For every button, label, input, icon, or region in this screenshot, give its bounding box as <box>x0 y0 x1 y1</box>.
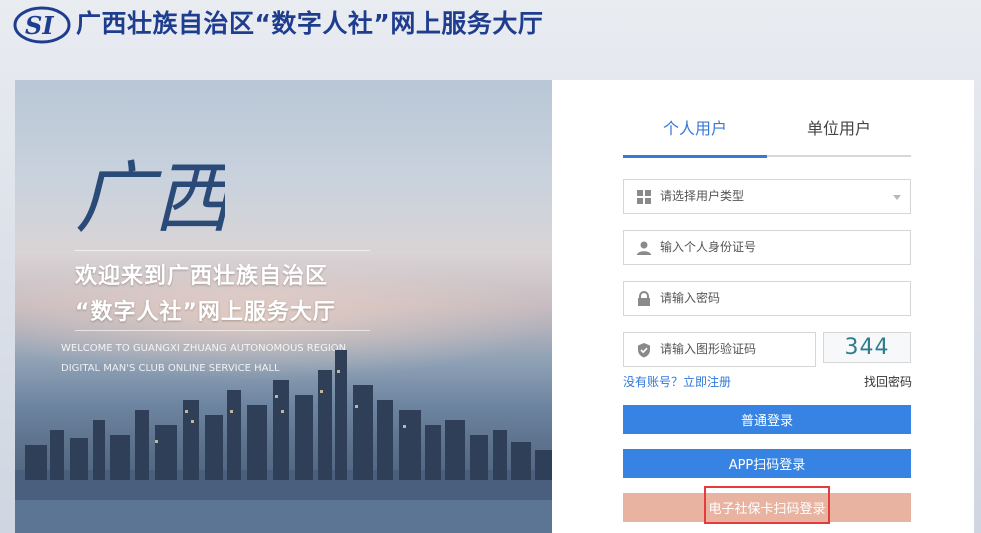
register-link[interactable]: 没有账号？立即注册 <box>623 373 731 390</box>
hero-welcome-line2: “数字人社”网上服务大厅 <box>75 300 336 325</box>
hero-banner: 广西 欢迎来到广西壮族自治区 “数字人社”网上服务大厅 WELCOME TO G… <box>15 80 552 533</box>
forgot-password-link[interactable]: 找回密码 <box>864 373 912 390</box>
user-type-select[interactable]: 请选择用户类型 <box>623 179 911 214</box>
hero-welcome-line1: 欢迎来到广西壮族自治区 <box>75 264 329 289</box>
id-number-placeholder: 输入个人身份证号 <box>660 240 757 254</box>
normal-login-button[interactable]: 普通登录 <box>623 405 911 434</box>
logo-text: SI <box>25 11 54 40</box>
header: SI 广西壮族自治区“数字人社”网上服务大厅 <box>0 0 981 56</box>
e-social-card-scan-login-button[interactable]: 电子社保卡扫码登录 <box>623 493 911 522</box>
user-icon <box>637 241 651 255</box>
user-type-placeholder: 请选择用户类型 <box>660 189 745 203</box>
password-placeholder: 请输入密码 <box>660 291 721 305</box>
tab-organization-user[interactable]: 单位用户 <box>767 112 911 155</box>
app-scan-login-button[interactable]: APP扫码登录 <box>623 449 911 478</box>
calligraphy-guangxi: 广西 <box>75 154 225 244</box>
captcha-placeholder: 请输入图形验证码 <box>660 342 757 356</box>
id-number-input[interactable]: 输入个人身份证号 <box>623 230 911 265</box>
city-skyline-image <box>15 350 552 533</box>
si-logo-icon: SI <box>13 6 71 44</box>
site-title: 广西壮族自治区“数字人社”网上服务大厅 <box>76 9 544 38</box>
hero-divider-top <box>75 250 370 251</box>
grid-icon <box>637 190 651 204</box>
captcha-input[interactable]: 请输入图形验证码 <box>623 332 816 367</box>
lock-icon <box>638 291 650 306</box>
user-type-tabs: 个人用户 单位用户 <box>623 112 911 158</box>
shield-icon <box>638 343 650 358</box>
login-panel: 个人用户 单位用户 请选择用户类型 输入个人身份证号 请输入密码 请输入图形验证… <box>552 80 974 533</box>
calligraphy-text: 广西 <box>75 154 225 244</box>
captcha-image[interactable]: 344 <box>823 332 911 363</box>
chevron-down-icon <box>893 195 901 200</box>
hero-divider-bottom <box>75 330 370 331</box>
password-input[interactable]: 请输入密码 <box>623 281 911 316</box>
tab-personal-user[interactable]: 个人用户 <box>623 112 767 158</box>
